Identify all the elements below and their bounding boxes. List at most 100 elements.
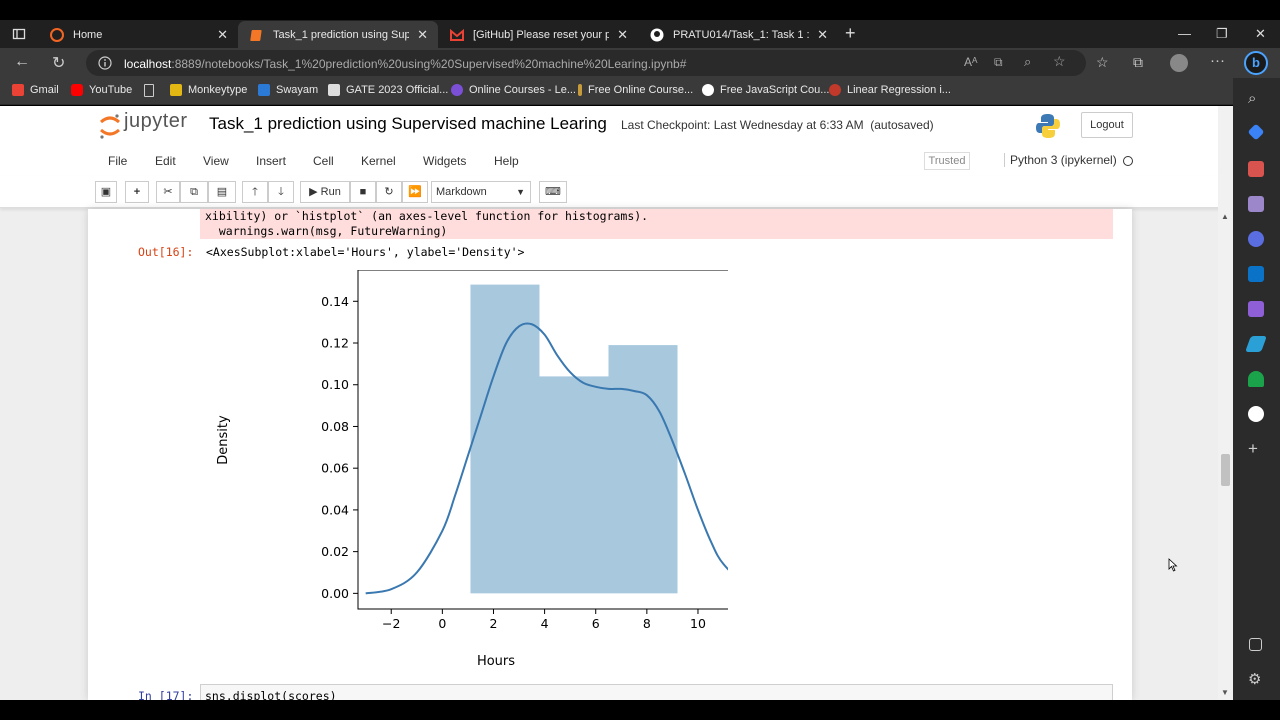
youtube-icon: [71, 84, 83, 96]
menu-help[interactable]: Help: [494, 154, 519, 168]
tab-home[interactable]: Home ✕: [38, 21, 238, 48]
add-icon[interactable]: +: [1248, 440, 1264, 457]
distplot-chart: Density Hours −2024681012 0.000.020.040.…: [216, 270, 728, 669]
run-button[interactable]: ▶ Run: [300, 181, 350, 203]
run-label: Run: [320, 186, 341, 198]
send-icon[interactable]: [1245, 336, 1267, 352]
menu-kernel[interactable]: Kernel: [361, 154, 396, 168]
menu-widgets[interactable]: Widgets: [423, 154, 466, 168]
close-icon[interactable]: ✕: [217, 27, 228, 43]
menu-cell[interactable]: Cell: [313, 154, 334, 168]
restore-icon[interactable]: ❐: [1216, 26, 1228, 42]
address-bar[interactable]: localhost:8889/notebooks/Task_1%20predic…: [86, 50, 1086, 76]
profile-avatar[interactable]: [1170, 54, 1188, 72]
scrollbar-thumb[interactable]: [1221, 454, 1230, 486]
bookmarks-bar: Gmail YouTube Monkeytype Swayam GATE 202…: [0, 78, 1280, 105]
restart-icon[interactable]: ↻: [376, 181, 402, 203]
y-tick-label: 0.08: [321, 419, 349, 434]
jupyter-header: jupyter Task_1 prediction using Supervis…: [0, 106, 1233, 146]
close-icon[interactable]: ✕: [617, 27, 628, 43]
search-icon[interactable]: ⌕: [1248, 90, 1264, 107]
move-up-icon[interactable]: 🡑: [242, 181, 268, 203]
save-icon[interactable]: ▣: [95, 181, 117, 203]
keyboard-icon[interactable]: ⌨: [539, 181, 567, 203]
stop-icon[interactable]: ■: [350, 181, 376, 203]
more-icon[interactable]: ···: [1210, 52, 1225, 69]
input-prompt: In [17]:: [138, 689, 194, 700]
bookmark-online-courses[interactable]: Online Courses - Le...: [451, 84, 576, 96]
zoom-icon[interactable]: ⌕: [1024, 54, 1031, 70]
sidebar-toggle-icon[interactable]: [1249, 638, 1262, 651]
tree-icon[interactable]: [1248, 371, 1264, 387]
url-host: localhost: [124, 57, 172, 71]
new-tab-icon[interactable]: +: [845, 23, 856, 44]
insert-cell-icon[interactable]: +: [125, 181, 149, 203]
code-cell-input[interactable]: [200, 684, 1113, 700]
bookmark-swayam[interactable]: Swayam: [258, 84, 318, 96]
tab-gmail[interactable]: [GitHub] Please reset your passw ✕: [438, 21, 638, 48]
games-icon[interactable]: [1248, 196, 1264, 212]
scroll-up-icon[interactable]: ▲: [1221, 212, 1229, 221]
favorites-icon[interactable]: ☆: [1096, 54, 1109, 71]
tools-icon[interactable]: [1248, 161, 1264, 177]
office-icon[interactable]: [1248, 231, 1264, 247]
window-close-icon[interactable]: ✕: [1255, 26, 1266, 42]
bing-chat-icon[interactable]: b: [1244, 51, 1268, 75]
y-tick-label: 0.02: [321, 544, 349, 559]
x-tick-label: 8: [643, 616, 651, 631]
mouse-cursor-icon: [1168, 558, 1178, 572]
bookmark-monkeytype[interactable]: Monkeytype: [170, 84, 247, 96]
bookmark-free-javascript[interactable]: Free JavaScript Cou...: [702, 84, 829, 96]
logout-button[interactable]: Logout: [1081, 112, 1133, 138]
collections-icon[interactable]: ⧉: [1133, 54, 1143, 71]
gmail-icon: [12, 84, 24, 96]
menu-edit[interactable]: Edit: [155, 154, 176, 168]
cell-type-select[interactable]: Markdown ▼: [431, 181, 531, 203]
bookmark-gate[interactable]: GATE 2023 Official...: [328, 84, 448, 96]
scroll-down-icon[interactable]: ▼: [1221, 688, 1229, 697]
tab-actions-icon[interactable]: [12, 27, 26, 41]
close-icon[interactable]: ✕: [817, 27, 828, 43]
notebook-title[interactable]: Task_1 prediction using Supervised machi…: [209, 114, 607, 134]
trusted-badge[interactable]: Trusted: [924, 152, 970, 170]
menu-insert[interactable]: Insert: [256, 154, 286, 168]
bookmark-gmail[interactable]: Gmail: [12, 84, 59, 96]
bookmark-free-online-course[interactable]: Free Online Course...: [578, 84, 693, 96]
histogram-bar: [608, 345, 678, 594]
tab-notebook[interactable]: Task_1 prediction using Supervis ✕: [238, 21, 438, 48]
gmail-icon: [450, 28, 464, 41]
page-scrollbar[interactable]: [1218, 106, 1233, 700]
read-aloud-icon[interactable]: Aᴬ: [964, 55, 977, 69]
refresh-icon[interactable]: ↻: [52, 53, 65, 73]
app-available-icon[interactable]: ⧉: [994, 55, 1003, 70]
stderr-line: warnings.warn(msg, FutureWarning): [205, 224, 448, 238]
tab-label: Task_1 prediction using Supervis: [273, 28, 410, 41]
checkpoint-text: Last Checkpoint: Last Wednesday at 6:33 …: [621, 118, 864, 132]
page-icon[interactable]: [144, 84, 154, 97]
bookmark-linear-regression[interactable]: Linear Regression i...: [829, 84, 951, 96]
kernel-name[interactable]: Python 3 (ipykernel): [1004, 153, 1117, 167]
settings-icon[interactable]: ⚙: [1248, 672, 1264, 688]
move-down-icon[interactable]: 🡓: [268, 181, 294, 203]
screen: Home ✕ Task_1 prediction using Supervis …: [0, 0, 1280, 720]
jupyter-page: jupyter Task_1 prediction using Supervis…: [0, 106, 1233, 700]
edge-sidebar: ⌕ + ⚙: [1233, 78, 1280, 700]
restart-run-all-icon[interactable]: ⏩: [402, 181, 428, 203]
code-text[interactable]: sns.displot(scores): [205, 689, 337, 700]
minimize-icon[interactable]: —: [1178, 26, 1191, 41]
shopping-icon[interactable]: [1247, 123, 1265, 141]
paste-icon[interactable]: ▤: [208, 181, 236, 203]
copy-icon[interactable]: ⧉: [180, 181, 208, 203]
menu-bar: File Edit View Insert Cell Kernel Widget…: [0, 146, 1233, 176]
menu-view[interactable]: View: [203, 154, 229, 168]
back-icon[interactable]: ←: [14, 53, 30, 71]
favorite-add-icon[interactable]: ☆: [1053, 53, 1066, 70]
close-icon[interactable]: ✕: [417, 27, 428, 43]
menu-file[interactable]: File: [108, 154, 127, 168]
cut-icon[interactable]: ✂: [156, 181, 180, 203]
tab-github[interactable]: PRATU014/Task_1: Task 1 : Predic ✕: [638, 21, 838, 48]
github-icon[interactable]: [1248, 406, 1264, 422]
designer-icon[interactable]: [1248, 301, 1264, 317]
outlook-icon[interactable]: [1248, 266, 1264, 282]
bookmark-youtube[interactable]: YouTube: [71, 84, 132, 96]
